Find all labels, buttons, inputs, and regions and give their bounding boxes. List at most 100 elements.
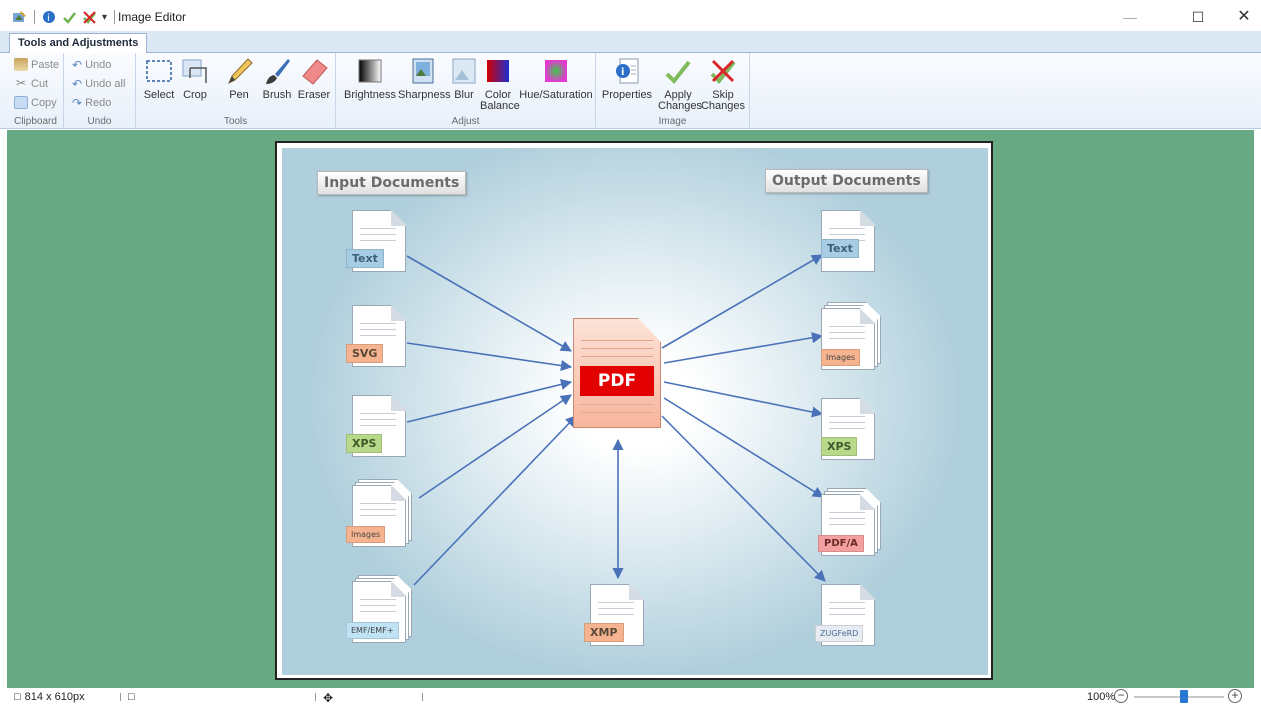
app-icon [12,10,27,24]
tab-tools-and-adjustments[interactable]: Tools and Adjustments [9,33,148,54]
select-icon [144,56,174,86]
brightness-icon [355,56,385,86]
image-workspace[interactable]: Input Documents Output Documents Text SV… [7,130,1254,688]
zoom-in-button[interactable]: + [1228,689,1242,703]
maximize-button[interactable]: ☐ [1175,4,1221,30]
cut-button[interactable]: ✂ Cut [14,75,48,92]
blur-icon [449,56,479,86]
adjust-group-label: Adjust [451,116,480,127]
undo-all-button[interactable]: ↶ Undo all [72,75,125,92]
undo-group-label: Undo [87,116,112,127]
arrow-text-in [406,255,572,352]
sharpness-button[interactable]: Sharpness [398,56,451,101]
blur-label: Blur [454,89,474,101]
doc-tag: Images [346,526,386,543]
doc-tag: SVG [346,344,384,363]
brightness-button[interactable]: Brightness [342,56,398,101]
svg-text:i: i [621,67,624,78]
svg-text:i: i [47,13,50,24]
image-size-text: 814 x 610px [24,691,85,703]
arrow-emf-in [413,415,577,586]
skip-label-line2: Changes [700,100,746,112]
input-doc-emf: EMF/EMF+ [346,575,412,645]
ribbon-tab-row: Tools and Adjustments [0,31,1261,54]
sharpness-icon [408,56,438,86]
crop-button[interactable]: Crop [178,56,212,101]
pen-label: Pen [229,89,249,101]
zoom-out-button[interactable]: − [1114,689,1128,703]
clipboard-group-label: Clipboard [14,116,57,127]
doc-tag: XPS [346,434,383,453]
status-separator [120,693,121,701]
paste-button[interactable]: Paste [14,56,59,73]
input-documents-header: Input Documents [317,171,467,195]
clipboard-group: Paste ✂ Cut Copy Clipboard [8,53,64,129]
paste-label: Paste [31,58,60,71]
redo-label: Redo [85,96,112,109]
undo-button[interactable]: ↶ Undo [72,56,111,73]
zoom-level-text: 100% [1087,691,1116,703]
selection-size-indicator: □ [128,691,135,703]
select-button[interactable]: Select [142,56,176,101]
image-size-indicator: □ 814 x 610px [14,691,85,703]
skip-changes-button[interactable]: Skip Changes [700,56,746,112]
input-doc-images: Images [346,479,412,549]
arrow-zugferd-out [661,415,826,582]
zoom-slider-track[interactable] [1134,696,1224,698]
blur-button[interactable]: Blur [448,56,480,101]
undo-all-icon: ↶ [72,76,83,91]
arrow-text-out [661,254,823,349]
properties-button[interactable]: i Properties [600,56,654,101]
properties-icon[interactable]: i [42,10,57,24]
crop-label: Crop [183,89,207,101]
title-bar: i ▾ Image Editor — ☐ ✕ [0,0,1261,32]
doc-tag: Images [821,349,861,366]
hue-saturation-button[interactable]: Hue/Saturation [518,56,594,101]
redo-button[interactable]: ↷ Redo [72,94,111,111]
color-balance-button[interactable]: Color Balance [480,56,520,112]
properties-icon: i [612,56,642,86]
pen-button[interactable]: Pen [222,56,256,101]
output-doc-text: Text [821,210,877,274]
zoom-slider-thumb[interactable] [1180,690,1188,703]
image-canvas[interactable]: Input Documents Output Documents Text SV… [275,141,993,680]
selection-size-icon: □ [128,691,135,703]
close-button[interactable]: ✕ [1221,4,1261,30]
diagram-image: Input Documents Output Documents Text SV… [282,148,988,675]
input-doc-svg: SVG [346,305,408,369]
apply-changes-button[interactable]: Apply Changes [658,56,702,112]
apply-changes-icon[interactable] [62,10,77,24]
hue-saturation-label: Hue/Saturation [519,89,593,101]
center-pdf-doc: PDF [573,318,663,430]
redo-icon: ↷ [72,95,83,110]
arrow-xps-out [663,381,824,418]
arrow-images-out [663,332,824,364]
quick-access-toolbar: i ▾ [12,10,117,24]
cursor-position-indicator: ✥ [323,691,333,705]
skip-changes-icon[interactable] [82,10,97,24]
move-cursor-icon: ✥ [323,691,334,705]
qat-separator [34,10,35,24]
brush-label: Brush [262,89,292,101]
status-bar: □ 814 x 610px □ ✥ 100% − + [0,688,1261,706]
apply-label-line2: Changes [658,100,703,112]
hue-saturation-icon [541,56,571,86]
properties-label: Properties [601,89,653,101]
output-doc-pdfa: PDF/A [818,488,881,558]
undo-group: ↶ Undo ↶ Undo all ↷ Redo Undo [64,53,136,129]
doc-tag: XMP [584,623,624,642]
undo-label: Undo [85,58,112,71]
copy-button[interactable]: Copy [14,94,57,111]
eraser-button[interactable]: Eraser [296,56,332,101]
crop-icon [180,56,210,86]
image-group: i Properties Apply Changes Skip Changes … [596,53,750,129]
minimize-button[interactable]: — [1107,4,1153,30]
brush-icon [262,56,292,86]
color-balance-icon [483,56,513,86]
input-doc-text: Text [346,210,408,274]
output-doc-zugferd: ZUGFeRD [815,584,877,648]
color-balance-label-line2: Balance [480,100,520,112]
pdf-label: PDF [580,366,654,396]
qat-dropdown-icon[interactable]: ▾ [102,12,107,23]
brush-button[interactable]: Brush [260,56,294,101]
